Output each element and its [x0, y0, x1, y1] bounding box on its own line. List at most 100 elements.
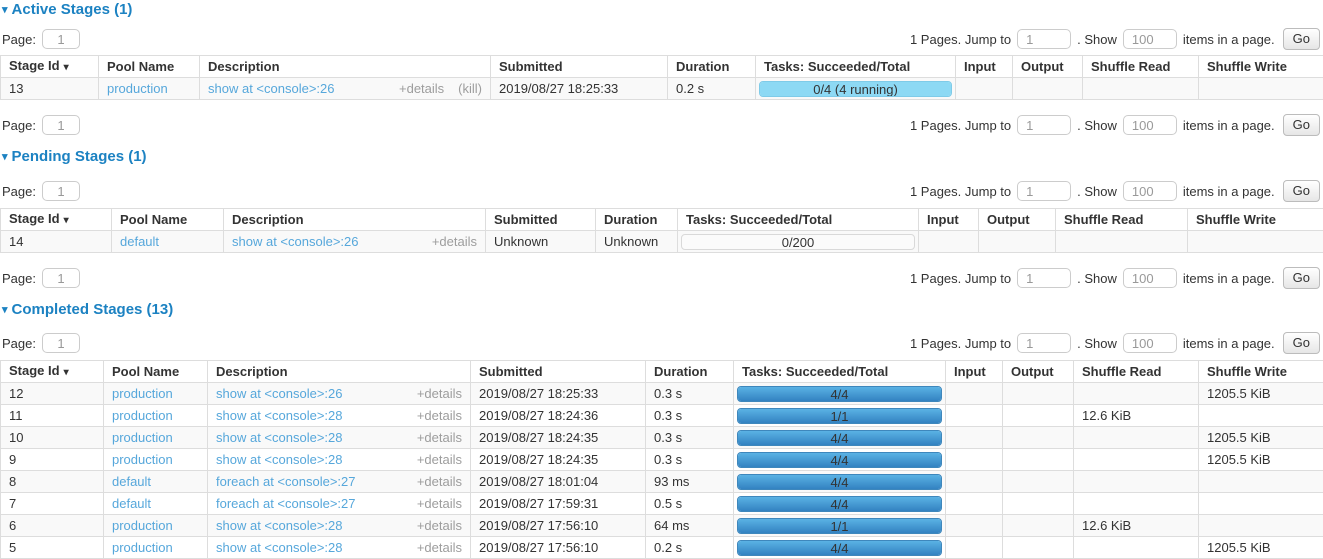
pool-name-link[interactable]: production: [112, 452, 173, 467]
details-toggle[interactable]: +details: [417, 540, 462, 555]
pool-name-link[interactable]: production: [112, 430, 173, 445]
column-header-pool-name[interactable]: Pool Name: [99, 56, 200, 78]
items-per-page-input[interactable]: [1123, 181, 1177, 201]
column-header-pool-name[interactable]: Pool Name: [112, 209, 224, 231]
column-header-submitted[interactable]: Submitted: [491, 56, 668, 78]
go-button[interactable]: Go: [1283, 267, 1320, 289]
details-toggle[interactable]: +details: [417, 518, 462, 533]
details-toggle[interactable]: +details: [417, 452, 462, 467]
column-header-description[interactable]: Description: [200, 56, 491, 78]
description-link[interactable]: show at <console>:26: [216, 386, 342, 401]
column-header-tasks[interactable]: Tasks: Succeeded/Total: [756, 56, 956, 78]
cell-stage-id: 12: [1, 383, 104, 405]
details-toggle[interactable]: +details: [417, 474, 462, 489]
table-header-row: Stage Id▾ Pool Name Description Submitte…: [1, 56, 1323, 78]
jump-to-page-input[interactable]: [1017, 115, 1071, 135]
items-per-page-input[interactable]: [1123, 333, 1177, 353]
pool-name-link[interactable]: production: [107, 81, 168, 96]
description-link[interactable]: show at <console>:26: [208, 81, 334, 96]
description-link[interactable]: show at <console>:28: [216, 430, 342, 445]
go-button[interactable]: Go: [1283, 180, 1320, 202]
column-header-pool-name[interactable]: Pool Name: [104, 361, 208, 383]
completed-stages-heading[interactable]: ▾Completed Stages (13): [2, 302, 1323, 319]
pool-name-link[interactable]: production: [112, 540, 173, 555]
column-header-submitted[interactable]: Submitted: [471, 361, 646, 383]
cell-input: [946, 383, 1003, 405]
jump-to-page-input[interactable]: [1017, 181, 1071, 201]
description-link[interactable]: foreach at <console>:27: [216, 474, 356, 489]
column-header-stage-id[interactable]: Stage Id▾: [1, 361, 104, 383]
table-row: 12 production show at <console>:26 +details…: [1, 383, 1323, 405]
pool-name-link[interactable]: default: [120, 234, 159, 249]
cell-shuffle-write: [1199, 515, 1323, 537]
column-header-shuffle-read[interactable]: Shuffle Read: [1056, 209, 1188, 231]
pool-name-link[interactable]: production: [112, 386, 173, 401]
column-header-description[interactable]: Description: [224, 209, 486, 231]
details-toggle[interactable]: +details: [417, 408, 462, 423]
jump-to-page-input[interactable]: [1017, 268, 1071, 288]
sort-desc-icon: ▾: [64, 62, 69, 73]
column-header-submitted[interactable]: Submitted: [486, 209, 596, 231]
pool-name-link[interactable]: default: [112, 474, 151, 489]
column-header-duration[interactable]: Duration: [646, 361, 734, 383]
pool-name-link[interactable]: default: [112, 496, 151, 511]
column-header-shuffle-read[interactable]: Shuffle Read: [1083, 56, 1199, 78]
column-header-stage-id[interactable]: Stage Id▾: [1, 209, 112, 231]
details-toggle[interactable]: +details: [417, 430, 462, 445]
description-link[interactable]: show at <console>:28: [216, 518, 342, 533]
items-per-page-input[interactable]: [1123, 268, 1177, 288]
column-header-output[interactable]: Output: [979, 209, 1056, 231]
details-toggle[interactable]: +details: [399, 81, 444, 96]
column-header-tasks[interactable]: Tasks: Succeeded/Total: [678, 209, 919, 231]
cell-pool-name: production: [104, 427, 208, 449]
jump-to-page-input[interactable]: [1017, 333, 1071, 353]
pages-count-text: 1 Pages. Jump to: [910, 271, 1011, 286]
description-link[interactable]: foreach at <console>:27: [216, 496, 356, 511]
column-header-input[interactable]: Input: [919, 209, 979, 231]
items-per-page-input[interactable]: [1123, 115, 1177, 135]
cell-output: [1003, 405, 1074, 427]
column-header-tasks[interactable]: Tasks: Succeeded/Total: [734, 361, 946, 383]
details-toggle[interactable]: +details: [417, 386, 462, 401]
description-link[interactable]: show at <console>:28: [216, 540, 342, 555]
go-button[interactable]: Go: [1283, 332, 1320, 354]
go-button[interactable]: Go: [1283, 28, 1320, 50]
column-header-duration[interactable]: Duration: [668, 56, 756, 78]
column-header-input[interactable]: Input: [956, 56, 1013, 78]
description-link[interactable]: show at <console>:28: [216, 408, 342, 423]
cell-stage-id: 10: [1, 427, 104, 449]
section-title-text: Pending Stages (1): [12, 148, 147, 165]
go-button[interactable]: Go: [1283, 114, 1320, 136]
description-link[interactable]: show at <console>:28: [216, 452, 342, 467]
column-header-stage-id[interactable]: Stage Id▾: [1, 56, 99, 78]
details-toggle[interactable]: +details: [432, 234, 477, 249]
column-header-output[interactable]: Output: [1013, 56, 1083, 78]
description-link[interactable]: show at <console>:26: [232, 234, 358, 249]
page-number-input[interactable]: [42, 29, 80, 49]
table-row: 8defaultforeach at <console>:27+details2…: [1, 471, 1323, 493]
column-header-shuffle-write[interactable]: Shuffle Write: [1188, 209, 1323, 231]
column-header-description[interactable]: Description: [208, 361, 471, 383]
column-header-shuffle-read[interactable]: Shuffle Read: [1074, 361, 1199, 383]
column-header-output[interactable]: Output: [1003, 361, 1074, 383]
page-number-input[interactable]: [42, 333, 80, 353]
cell-duration: 0.3 s: [646, 427, 734, 449]
task-progress-bar: 4/4: [737, 452, 942, 468]
page-number-input[interactable]: [42, 268, 80, 288]
column-header-shuffle-write[interactable]: Shuffle Write: [1199, 56, 1323, 78]
active-stages-heading[interactable]: ▾Active Stages (1): [2, 2, 1323, 19]
column-header-input[interactable]: Input: [946, 361, 1003, 383]
page-number-input[interactable]: [42, 115, 80, 135]
task-progress-bar: 0/200: [681, 234, 915, 250]
pool-name-link[interactable]: production: [112, 518, 173, 533]
kill-link[interactable]: (kill): [458, 81, 482, 96]
page-number-input[interactable]: [42, 181, 80, 201]
column-header-duration[interactable]: Duration: [596, 209, 678, 231]
column-header-shuffle-write[interactable]: Shuffle Write: [1199, 361, 1323, 383]
items-per-page-input[interactable]: [1123, 29, 1177, 49]
jump-to-page-input[interactable]: [1017, 29, 1071, 49]
pool-name-link[interactable]: production: [112, 408, 173, 423]
cell-tasks: 4/4: [734, 427, 946, 449]
details-toggle[interactable]: +details: [417, 496, 462, 511]
pending-stages-heading[interactable]: ▾Pending Stages (1): [2, 149, 1323, 166]
